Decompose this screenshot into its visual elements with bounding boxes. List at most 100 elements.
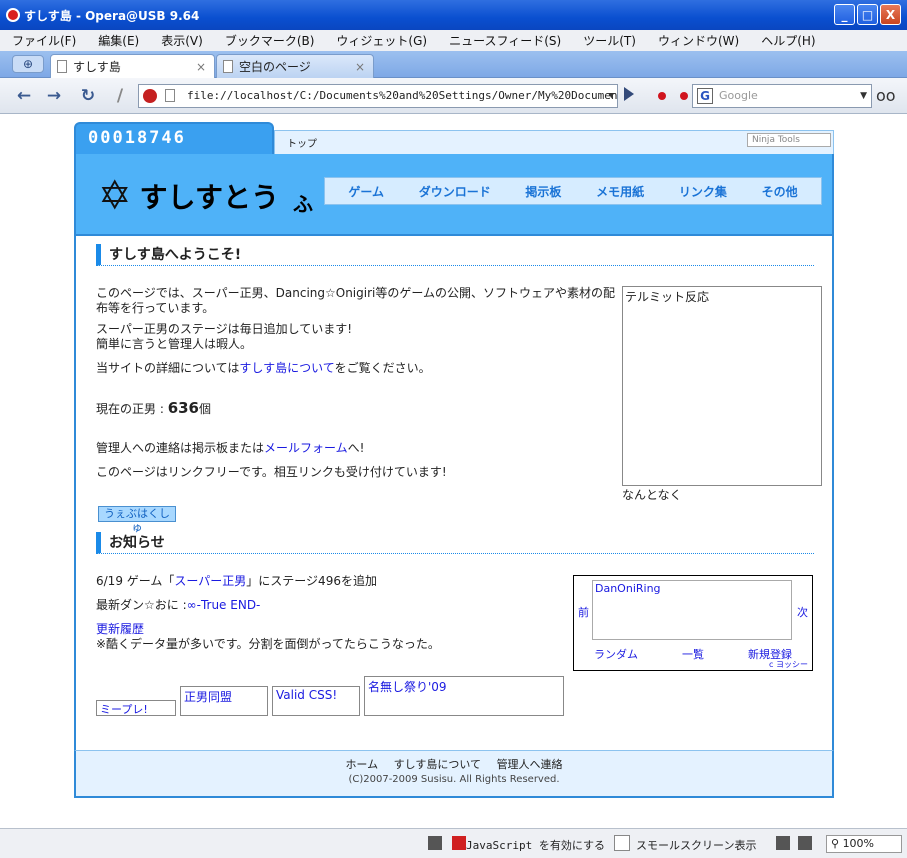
frame-caption: なんとなく: [622, 488, 682, 502]
close-button[interactable]: X: [880, 4, 901, 25]
tab-label: すしす島: [73, 60, 121, 74]
tab-blank[interactable]: 空白のページ ×: [216, 54, 374, 78]
nav-bbs[interactable]: 掲示板: [525, 183, 561, 200]
inline-frame[interactable]: テルミット反応: [622, 286, 822, 486]
footer-home-link[interactable]: ホーム: [345, 758, 378, 771]
trash-icon[interactable]: [776, 836, 790, 850]
search-input[interactable]: G Google ▼: [692, 84, 872, 108]
ring-list[interactable]: 一覧: [682, 646, 704, 662]
site-header: ✡ すしすとう ふ ゲーム ダウンロード 掲示板 メモ用紙 リンク集 その他: [74, 154, 834, 236]
record-icon[interactable]: [658, 92, 666, 100]
small-screen-label: スモールスクリーン表示: [636, 839, 757, 852]
camera-icon[interactable]: [798, 836, 812, 850]
ring-prev[interactable]: 前: [578, 604, 589, 620]
javascript-toggle[interactable]: JavaScript を有効にする: [466, 837, 605, 853]
maximize-button[interactable]: □: [857, 4, 878, 25]
small-screen-checkbox[interactable]: [614, 835, 630, 851]
minimize-button[interactable]: _: [834, 4, 855, 25]
banner-valid-css[interactable]: Valid CSS!: [272, 686, 360, 716]
page-viewport: 00018746 トップ Ninja Tools ✡ すしすとう ふ ゲーム ダ…: [0, 114, 907, 828]
global-nav: ゲーム ダウンロード 掲示板 メモ用紙 リンク集 その他: [324, 177, 822, 205]
menu-window[interactable]: ウィンドウ(W): [658, 32, 739, 49]
back-icon[interactable]: ←: [12, 84, 36, 108]
opera-logo-icon: [6, 8, 20, 22]
zoom-value: 100%: [842, 837, 875, 850]
record-icon[interactable]: [680, 92, 688, 100]
new-tab-button[interactable]: ⊕: [12, 55, 44, 73]
history-note: ※酷くデータ量が多いです。分割を面倒がってたらこうなった。: [96, 637, 440, 651]
page-menu-icon[interactable]: [428, 836, 442, 850]
nav-links[interactable]: リンク集: [679, 183, 727, 200]
footer-about-link[interactable]: すしす島について: [394, 758, 481, 771]
masao-count: 現在の正男 : 636個: [96, 399, 212, 417]
address-url: file://localhost/C:/Documents%20and%20Se…: [187, 89, 618, 102]
frame-text: テルミット反応: [625, 290, 710, 304]
banner-nanashi[interactable]: 名無し祭り'09: [364, 676, 564, 716]
go-icon[interactable]: [624, 87, 634, 101]
tab-susisu[interactable]: すしす島 ×: [50, 54, 215, 78]
site-logo[interactable]: ✡ すしすとう ふ: [98, 174, 313, 217]
super-masao-link[interactable]: スーパー正男: [174, 574, 246, 588]
tab-label: 空白のページ: [239, 60, 311, 74]
contact-text: 管理人への連絡は掲示板またはメールフォームへ!: [96, 441, 365, 455]
status-bar: JavaScript を有効にする スモールスクリーン表示 ⚲ 100%: [0, 828, 907, 858]
tab-bar: ⊕ すしす島 × 空白のページ ×: [0, 51, 907, 78]
menu-bookmarks[interactable]: ブックマーク(B): [225, 32, 315, 49]
page-icon: [165, 89, 175, 102]
menu-help[interactable]: ヘルプ(H): [761, 32, 815, 49]
block-icon[interactable]: [452, 836, 466, 850]
menu-file[interactable]: ファイル(F): [12, 32, 76, 49]
zoom-select[interactable]: ⚲ 100%: [826, 835, 902, 853]
about-link[interactable]: すしす島について: [239, 361, 334, 375]
tab-close-icon[interactable]: ×: [196, 60, 206, 74]
menu-widgets[interactable]: ウィジェット(G): [336, 32, 427, 49]
nav-game[interactable]: ゲーム: [348, 183, 384, 200]
page-icon: [223, 60, 233, 73]
nav-other[interactable]: その他: [762, 183, 798, 200]
access-counter: 00018746: [74, 122, 274, 154]
menu-tools[interactable]: ツール(T): [583, 32, 636, 49]
top-tab[interactable]: トップ Ninja Tools: [274, 130, 834, 154]
security-icon: [143, 89, 157, 103]
web-clap-button[interactable]: うぇぶはくしゅ: [98, 506, 176, 534]
dropdown-icon[interactable]: ▼: [860, 85, 867, 107]
news-heading: お知らせ: [96, 532, 814, 554]
logo-sub: ふ: [292, 192, 313, 216]
edit-icon[interactable]: /: [108, 84, 132, 108]
linkfree-text: このページはリンクフリーです。相互リンクも受け付けています!: [96, 465, 447, 479]
menu-edit[interactable]: 編集(E): [98, 32, 139, 49]
banner-mipure[interactable]: ミープレ!: [96, 700, 176, 716]
reload-icon[interactable]: ↻: [76, 84, 100, 108]
menu-feeds[interactable]: ニュースフィード(S): [449, 32, 561, 49]
search-placeholder: Google: [719, 89, 758, 102]
welcome-heading: すしす島へようこそ!: [96, 244, 814, 266]
glasses-icon[interactable]: oo: [876, 86, 896, 105]
ninja-tools-badge[interactable]: Ninja Tools: [747, 133, 831, 147]
webring-title[interactable]: DanOniRing: [592, 580, 792, 640]
mailform-link[interactable]: メールフォーム: [264, 441, 348, 455]
history-link[interactable]: 更新履歴: [96, 622, 144, 636]
nav-download[interactable]: ダウンロード: [419, 183, 491, 200]
tab-close-icon[interactable]: ×: [355, 60, 365, 74]
nav-memo[interactable]: メモ用紙: [596, 183, 644, 200]
window-title: すしす島 - Opera@USB 9.64: [24, 8, 200, 23]
title-bar: すしす島 - Opera@USB 9.64 _ □ X: [0, 0, 907, 30]
forward-icon[interactable]: →: [42, 84, 66, 108]
footer-contact-link[interactable]: 管理人へ連絡: [497, 758, 563, 771]
address-input[interactable]: file://localhost/C:/Documents%20and%20Se…: [138, 84, 618, 108]
menu-bar: ファイル(F) 編集(E) 表示(V) ブックマーク(B) ウィジェット(G) …: [0, 30, 907, 51]
true-end-link[interactable]: ∞-True END-: [187, 598, 261, 612]
admin-text: 簡単に言うと管理人は暇人。: [96, 337, 253, 351]
intro-text: このページでは、スーパー正男、Dancing☆Onigiri等のゲームの公開、ソ…: [96, 286, 615, 315]
ring-credit[interactable]: c ヨッシー: [769, 659, 808, 670]
ring-random[interactable]: ランダム: [594, 646, 638, 662]
dropdown-icon[interactable]: ▼: [609, 85, 614, 107]
copyright: (C)2007-2009 Susisu. All Rights Reserved…: [348, 774, 560, 785]
news-item: 6/19 ゲーム「スーパー正男」にステージ496を追加: [96, 574, 377, 588]
site-footer: ホーム すしす島について 管理人へ連絡 (C)2007-2009 Susisu.…: [74, 750, 834, 798]
ring-next[interactable]: 次: [797, 604, 808, 620]
zoom-icon: ⚲: [831, 837, 843, 850]
address-toolbar: ← → ↻ / file://localhost/C:/Documents%20…: [0, 78, 907, 114]
banner-masao-alliance[interactable]: 正男同盟: [180, 686, 268, 716]
menu-view[interactable]: 表示(V): [161, 32, 203, 49]
